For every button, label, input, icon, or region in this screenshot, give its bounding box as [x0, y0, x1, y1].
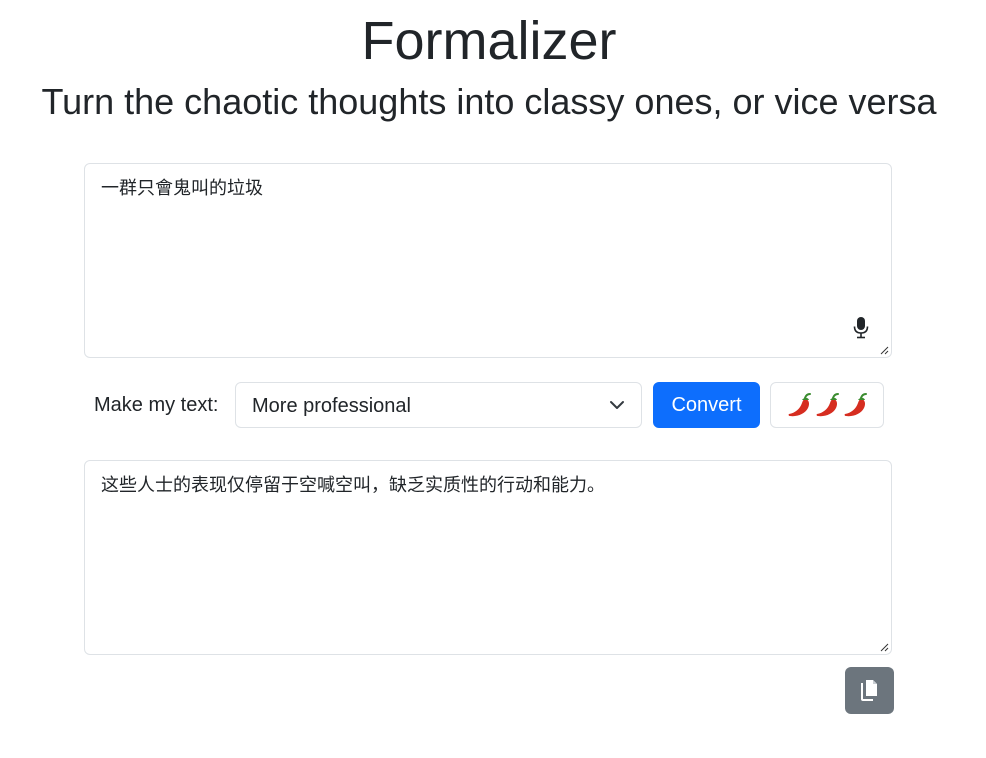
mode-select[interactable]: More professional: [235, 382, 642, 428]
page-subtitle: Turn the chaotic thoughts into classy on…: [41, 81, 937, 122]
mode-label: Make my text:: [94, 394, 219, 416]
chili-pepper-icon: [788, 393, 867, 417]
resize-grip-icon[interactable]: [880, 346, 889, 355]
input-text[interactable]: 一群只會鬼叫的垃圾: [101, 176, 875, 202]
chevron-down-icon[interactable]: [609, 399, 625, 411]
formalizer-page: Formalizer Turn the chaotic thoughts int…: [0, 0, 986, 758]
output-text[interactable]: 这些人士的表现仅停留于空喊空叫，缺乏实质性的行动和能力。: [101, 473, 875, 499]
mode-select-value[interactable]: More professional: [252, 393, 411, 419]
convert-button[interactable]: Convert: [653, 382, 760, 428]
resize-grip-icon[interactable]: [880, 643, 889, 652]
page-title: Formalizer: [361, 11, 617, 71]
microphone-icon[interactable]: [853, 317, 869, 339]
output-textarea[interactable]: 这些人士的表现仅停留于空喊空叫，缺乏实质性的行动和能力。: [84, 460, 892, 655]
copy-icon: [861, 680, 877, 701]
spice-level-button[interactable]: [770, 382, 884, 428]
copy-button[interactable]: [845, 667, 894, 714]
input-textarea[interactable]: 一群只會鬼叫的垃圾: [84, 163, 892, 358]
